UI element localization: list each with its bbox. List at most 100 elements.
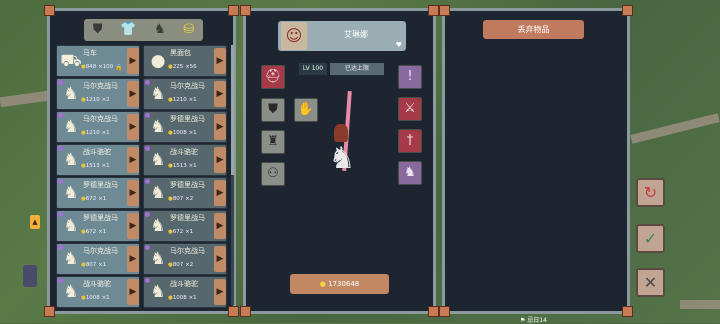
panel-corner [622, 306, 633, 317]
move-item-button[interactable]: ▶ [214, 180, 226, 206]
item-icon: ● [150, 51, 166, 71]
item-price: 1210 [85, 130, 100, 136]
item-quantity: ×1 [185, 229, 194, 235]
move-item-button[interactable]: ▶ [127, 180, 139, 206]
item-stats: ●848 ×100 [81, 64, 113, 70]
item-quantity: ×1 [101, 295, 110, 301]
item-card[interactable]: ♞ 战斗骆驼 ●1008 ×1 ▶ [56, 276, 140, 308]
item-stats: ●807 ×2 [168, 196, 193, 202]
character-sprite [334, 124, 348, 142]
item-list-scrollbar[interactable] [231, 45, 234, 305]
map-marker-icon[interactable]: ▲ [30, 215, 40, 229]
offhand-slot[interactable]: ⚔ [398, 97, 422, 121]
item-icon: ♞ [63, 84, 79, 104]
item-card[interactable]: ♞ 马尔克战马 ●1210 ×1 ▶ [143, 78, 227, 110]
item-price: 848 [85, 64, 97, 70]
item-card[interactable]: ♞ 马尔克战马 ●1210 ×2 ▶ [56, 78, 140, 110]
lock-icon: 🔒 [115, 64, 123, 71]
item-price: 807 [172, 262, 184, 268]
item-quantity: ×1 [188, 295, 197, 301]
item-stats: ●225 ×56 [168, 64, 197, 70]
item-name: 罗德里战马 [170, 214, 205, 222]
road [680, 300, 720, 309]
item-card[interactable]: ♞ 马尔克战马 ●1210 ×1 ▶ [56, 111, 140, 143]
confirm-button[interactable]: ✓ [636, 224, 665, 253]
level-label: LV 100 [299, 63, 327, 75]
move-item-button[interactable]: ▶ [127, 114, 139, 140]
weapon-slot[interactable]: ! [398, 65, 422, 89]
item-card[interactable]: ♞ 罗德里战马 ●807 ×2 ▶ [143, 177, 227, 209]
item-stats: ●1513 ×1 [81, 163, 110, 169]
item-card[interactable]: ● 黑面包 ●225 ×56 ▶ [143, 45, 227, 77]
move-item-button[interactable]: ▶ [214, 147, 226, 173]
panel-corner [428, 306, 439, 317]
item-card[interactable]: ♞ 战斗骆驼 ●1513 ×1 ▶ [56, 144, 140, 176]
chest-slot[interactable]: ♜ [261, 130, 285, 154]
boots-slot[interactable]: ⚇ [261, 162, 285, 186]
move-item-button[interactable]: ▶ [214, 48, 226, 74]
scroll-thumb[interactable] [231, 45, 234, 175]
gloves-slot[interactable]: ✋ [294, 98, 318, 122]
item-quantity: ×1 [101, 130, 110, 136]
panel-corner [240, 5, 251, 16]
item-quantity: ×1 [188, 97, 197, 103]
item-card[interactable]: ♞ 马尔克战马 ●807 ×2 ▶ [143, 243, 227, 275]
move-item-button[interactable]: ▶ [214, 279, 226, 305]
ranged-slot[interactable]: † [398, 129, 422, 153]
item-name: 罗德里战马 [170, 115, 205, 123]
item-icon: ♞ [150, 117, 166, 137]
helmet-slot[interactable]: ⛑ [261, 65, 285, 89]
item-name: 马尔克战马 [83, 247, 118, 255]
horse-head-icon[interactable]: ♞ [154, 19, 166, 41]
move-item-button[interactable]: ▶ [214, 114, 226, 140]
item-icon: ♞ [63, 216, 79, 236]
item-card[interactable]: ♞ 罗德里战马 ●672 ×1 ▶ [56, 177, 140, 209]
move-item-button[interactable]: ▶ [214, 213, 226, 239]
item-card[interactable]: ♞ 战斗骆驼 ●1008 ×1 ▶ [143, 276, 227, 308]
item-quantity: ×56 [185, 64, 197, 70]
panel-corner [44, 306, 55, 317]
item-card[interactable]: ♞ 马尔克战马 ●807 ×1 ▶ [56, 243, 140, 275]
rotate-button[interactable]: ↻ [636, 178, 665, 207]
move-item-button[interactable]: ▶ [127, 81, 139, 107]
item-stats: ●1008 ×1 [168, 295, 197, 301]
item-card[interactable]: ♞ 罗德里战马 ●1008 ×1 ▶ [143, 111, 227, 143]
item-price: 807 [172, 196, 184, 202]
move-item-button[interactable]: ▶ [214, 246, 226, 272]
item-card[interactable]: ♞ 罗德里战马 ●672 ×1 ▶ [143, 210, 227, 242]
gloves-icon: ✋ [297, 102, 315, 117]
helmet-icon: ⛑ [264, 69, 282, 84]
item-card[interactable]: ♞ 罗德里战马 ●672 ×1 ▶ [56, 210, 140, 242]
move-item-button[interactable]: ▶ [127, 246, 139, 272]
item-quantity: ×2 [185, 262, 194, 268]
coins-icon[interactable]: ⛁ [183, 19, 194, 41]
move-item-button[interactable]: ▶ [127, 213, 139, 239]
panel-corner [228, 306, 239, 317]
item-price: 1210 [172, 97, 187, 103]
mount-slot[interactable]: ♞ [398, 161, 422, 185]
move-item-button[interactable]: ▶ [214, 81, 226, 107]
move-item-button[interactable]: ▶ [127, 279, 139, 305]
item-icon: ♞ [150, 216, 166, 236]
armor-slot[interactable]: ⛊ [261, 98, 285, 122]
character-name-box[interactable]: ☺ 艾琳娜 ♥ [278, 21, 406, 51]
panel-corner [622, 5, 633, 16]
road [630, 113, 720, 144]
discard-items-button[interactable]: 丢弃物品 [483, 20, 584, 39]
item-card[interactable]: ♞ 战斗骆驼 ●1513 ×1 ▶ [143, 144, 227, 176]
coin-icon: ● [319, 280, 326, 288]
close-button[interactable]: ✕ [636, 268, 665, 297]
armor-icon[interactable]: ⛊ [93, 19, 103, 41]
move-item-button[interactable]: ▶ [127, 147, 139, 173]
item-card[interactable]: ⛟ 马车 ●848 ×100 🔒 ▶ [56, 45, 140, 77]
panel-corner [428, 5, 439, 16]
item-icon: ♞ [63, 282, 79, 302]
item-stats: ●807 ×1 [81, 262, 106, 268]
item-icon: ♞ [150, 84, 166, 104]
item-quantity: ×1 [98, 229, 107, 235]
close-icon: ✕ [643, 273, 658, 292]
move-item-button[interactable]: ▶ [127, 48, 139, 74]
shirt-icon[interactable]: 👕 [120, 19, 136, 41]
item-name: 战斗骆驼 [170, 148, 198, 156]
category-tabs: ⛊ 👕 ♞ ⛁ [84, 19, 203, 41]
